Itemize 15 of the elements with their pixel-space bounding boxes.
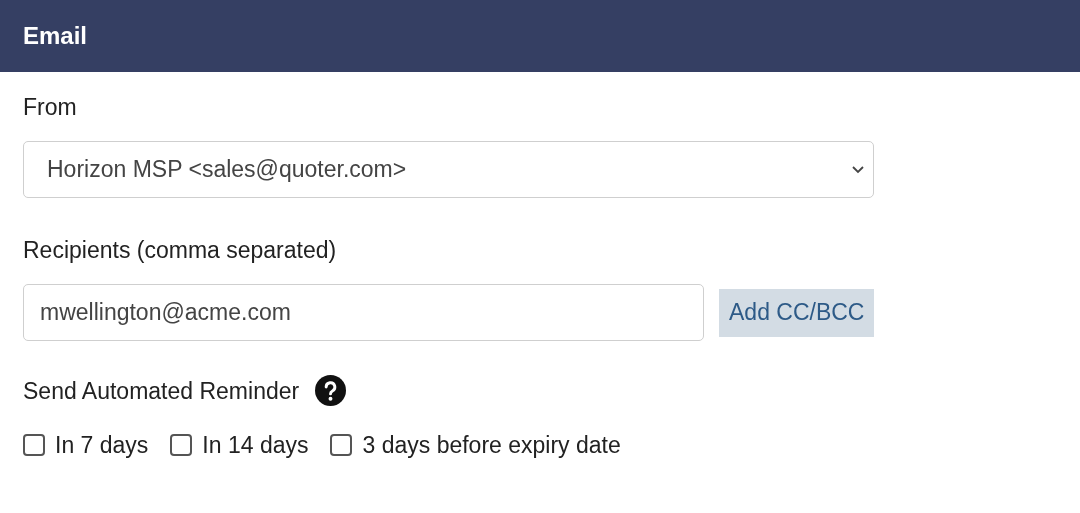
recipients-field[interactable]: mwellington@acme.com [23,284,704,341]
checkbox[interactable] [23,434,45,457]
checkbox[interactable] [330,434,353,457]
checkbox[interactable] [170,434,193,457]
field-label: From [23,93,78,122]
sender-select[interactable]: Horizon MSP <sales@quoter.com> [23,141,874,198]
checkbox-label[interactable]: 3 days before expiry date [362,428,621,463]
chevron-down-icon [851,164,865,175]
checkbox-label[interactable]: In 14 days [202,428,309,463]
section-title: Email [23,21,88,51]
help-icon[interactable] [315,375,347,406]
field-label: Send Automated Reminder [23,376,300,406]
add-cc-bcc-button[interactable]: Add CC/BCC [719,288,875,337]
field-label: Recipients (comma separated) [23,236,338,265]
checkbox-label[interactable]: In 7 days [55,428,149,463]
